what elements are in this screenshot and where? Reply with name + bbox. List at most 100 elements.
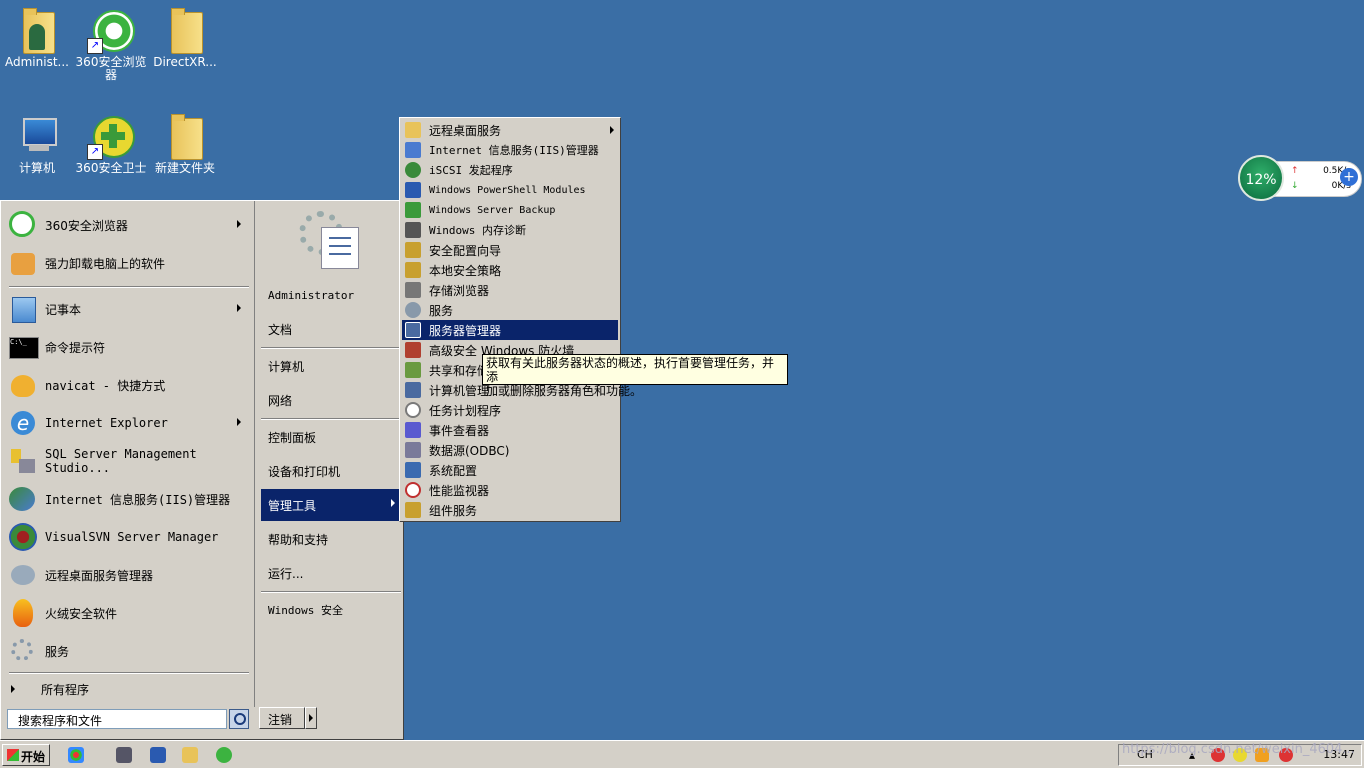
program-item-services[interactable]: 服务 [7, 633, 249, 669]
odbc-icon [405, 442, 421, 458]
search-icon[interactable] [229, 709, 249, 729]
program-label: Internet Explorer [45, 416, 168, 430]
start-menu-places: Administrator 文档 计算机 网络 控制面板 设备和打印机 管理工具… [254, 201, 405, 707]
program-item-visualsvn[interactable]: VisualSVN Server Manager [7, 519, 249, 555]
cmd-icon: C:\_ [7, 331, 39, 363]
all-programs-label: 所有程序 [41, 682, 90, 697]
powershell-icon [405, 182, 421, 198]
program-label: Internet 信息服务(IIS)管理器 [45, 492, 231, 507]
admin-item-performance-monitor[interactable]: 性能监视器 [402, 480, 618, 500]
place-windows-security[interactable]: Windows 安全 [261, 596, 403, 624]
all-programs-arrow-icon [11, 685, 15, 693]
security-wizard-icon [405, 242, 421, 258]
menu-separator [261, 347, 401, 349]
quicklaunch-explorer-icon[interactable] [182, 747, 198, 763]
admin-item-powershell-modules[interactable]: Windows PowerShell Modules [402, 180, 618, 200]
place-control-panel[interactable]: 控制面板 [261, 423, 403, 451]
shutdown-options-button[interactable] [305, 707, 317, 729]
admin-item-task-scheduler[interactable]: 任务计划程序 [402, 400, 618, 420]
program-label: VisualSVN Server Manager [45, 530, 219, 544]
admin-item-odbc[interactable]: 数据源(ODBC) [402, 440, 618, 460]
admin-item-label: 计算机管理 [429, 383, 490, 398]
desktop-icon-directx[interactable]: DirectXR... [148, 6, 222, 69]
accelerate-plus-icon[interactable]: + [1340, 168, 1358, 186]
watermark-text: https://blog.csdn.net/weixin_4604... [1122, 742, 1355, 757]
uninstall-icon [7, 247, 39, 279]
logout-button[interactable]: 注销 [259, 707, 305, 729]
local-policy-icon [405, 262, 421, 278]
desktop-icon-360-browser[interactable]: ↗ 360安全浏览器 [74, 6, 148, 82]
admin-item-server-backup[interactable]: Windows Server Backup [402, 200, 618, 220]
program-item-remote-desktop[interactable]: 远程桌面服务管理器 [7, 557, 249, 593]
quicklaunch-server-manager-icon[interactable] [116, 747, 132, 763]
admin-item-remote-desktop-services[interactable]: 远程桌面服务 [402, 120, 618, 140]
program-item-uninstall[interactable]: 强力卸载电脑上的软件 [7, 245, 249, 281]
admin-item-memory-diagnostic[interactable]: Windows 内存诊断 [402, 220, 618, 240]
desktop-icon-360-security[interactable]: ↗ 360安全卫士 [74, 112, 148, 175]
sql-server-icon [7, 445, 39, 477]
quicklaunch-powershell-icon[interactable] [150, 747, 166, 763]
place-documents[interactable]: 文档 [261, 315, 403, 343]
perfmon-icon [405, 482, 421, 498]
navicat-icon [7, 369, 39, 401]
program-item-sql-server[interactable]: SQL Server Management Studio... [7, 443, 249, 479]
admin-item-event-viewer[interactable]: 事件查看器 [402, 420, 618, 440]
program-item-notepad[interactable]: 记事本 [7, 291, 249, 327]
admin-item-label: 安全配置向导 [429, 243, 502, 258]
iscsi-icon [405, 162, 421, 178]
admin-item-iscsi[interactable]: iSCSI 发起程序 [402, 160, 618, 180]
all-programs-button[interactable]: 所有程序 [11, 671, 253, 707]
desktop-icon-computer[interactable]: 计算机 [0, 112, 74, 175]
admin-item-label: Internet 信息服务(IIS)管理器 [429, 144, 599, 157]
desktop-icon-label: Administ... [5, 55, 69, 69]
download-arrow-icon: ↓ [1291, 181, 1299, 191]
place-help[interactable]: 帮助和支持 [261, 525, 403, 553]
visualsvn-icon [7, 521, 39, 553]
program-item-navicat[interactable]: navicat - 快捷方式 [7, 367, 249, 403]
desktop-icon-new-folder[interactable]: 新建文件夹 [148, 112, 222, 175]
firewall-icon [405, 342, 421, 358]
place-user[interactable]: Administrator [261, 281, 403, 309]
ie-icon: e [7, 407, 39, 439]
admin-item-services[interactable]: 服务 [402, 300, 618, 320]
program-item-huorong[interactable]: 火绒安全软件 [7, 595, 249, 631]
desktop-icon-label: 360安全浏览器 [75, 55, 147, 82]
admin-item-label: 系统配置 [429, 463, 478, 478]
computer-icon [13, 112, 61, 160]
place-devices-printers[interactable]: 设备和打印机 [261, 457, 403, 485]
admin-item-storage-explorer[interactable]: 存储浏览器 [402, 280, 618, 300]
admin-item-server-manager[interactable]: 服务器管理器 [402, 320, 618, 340]
memory-usage-circle[interactable]: 12% [1238, 155, 1284, 201]
program-label: 强力卸载电脑上的软件 [45, 256, 166, 271]
place-network[interactable]: 网络 [261, 386, 403, 414]
server-manager-tooltip: 获取有关此服务器状态的概述，执行首要管理任务，并添 加或删除服务器角色和功能。 [482, 354, 788, 398]
search-input[interactable]: 搜索程序和文件 [7, 709, 227, 729]
security-360-icon: ↗ [87, 112, 135, 160]
admin-item-component-services[interactable]: 组件服务 [402, 500, 618, 520]
program-item-ie[interactable]: e Internet Explorer [7, 405, 249, 441]
tooltip-line: 获取有关此服务器状态的概述，执行首要管理任务，并添 [486, 356, 775, 384]
place-admin-tools[interactable]: 管理工具 [261, 489, 403, 521]
admin-item-security-wizard[interactable]: 安全配置向导 [402, 240, 618, 260]
program-label: SQL Server Management Studio... [45, 447, 197, 475]
program-item-iis[interactable]: Internet 信息服务(IIS)管理器 [7, 481, 249, 517]
desktop-icon-administrator[interactable]: Administ... [0, 6, 74, 69]
admin-item-label: iSCSI 发起程序 [429, 164, 513, 177]
backup-icon [405, 202, 421, 218]
admin-item-local-security-policy[interactable]: 本地安全策略 [402, 260, 618, 280]
admin-item-label: 事件查看器 [429, 423, 490, 438]
desktop-icon-label: 计算机 [18, 161, 55, 175]
program-item-360-browser[interactable]: 360安全浏览器 [7, 207, 249, 243]
admin-item-msconfig[interactable]: 系统配置 [402, 460, 618, 480]
program-item-cmd[interactable]: C:\_ 命令提示符 [7, 329, 249, 365]
start-label: 开始 [21, 750, 46, 764]
admin-item-iis[interactable]: Internet 信息服务(IIS)管理器 [402, 140, 618, 160]
place-computer[interactable]: 计算机 [261, 352, 403, 380]
quicklaunch-360-browser-icon[interactable] [216, 747, 232, 763]
huorong-icon [7, 597, 39, 629]
start-button[interactable]: 开始 [2, 744, 50, 766]
quicklaunch-desktop-icon[interactable] [68, 747, 84, 763]
event-viewer-icon [405, 422, 421, 438]
place-run[interactable]: 运行... [261, 559, 403, 587]
upload-arrow-icon: ↑ [1291, 166, 1299, 176]
